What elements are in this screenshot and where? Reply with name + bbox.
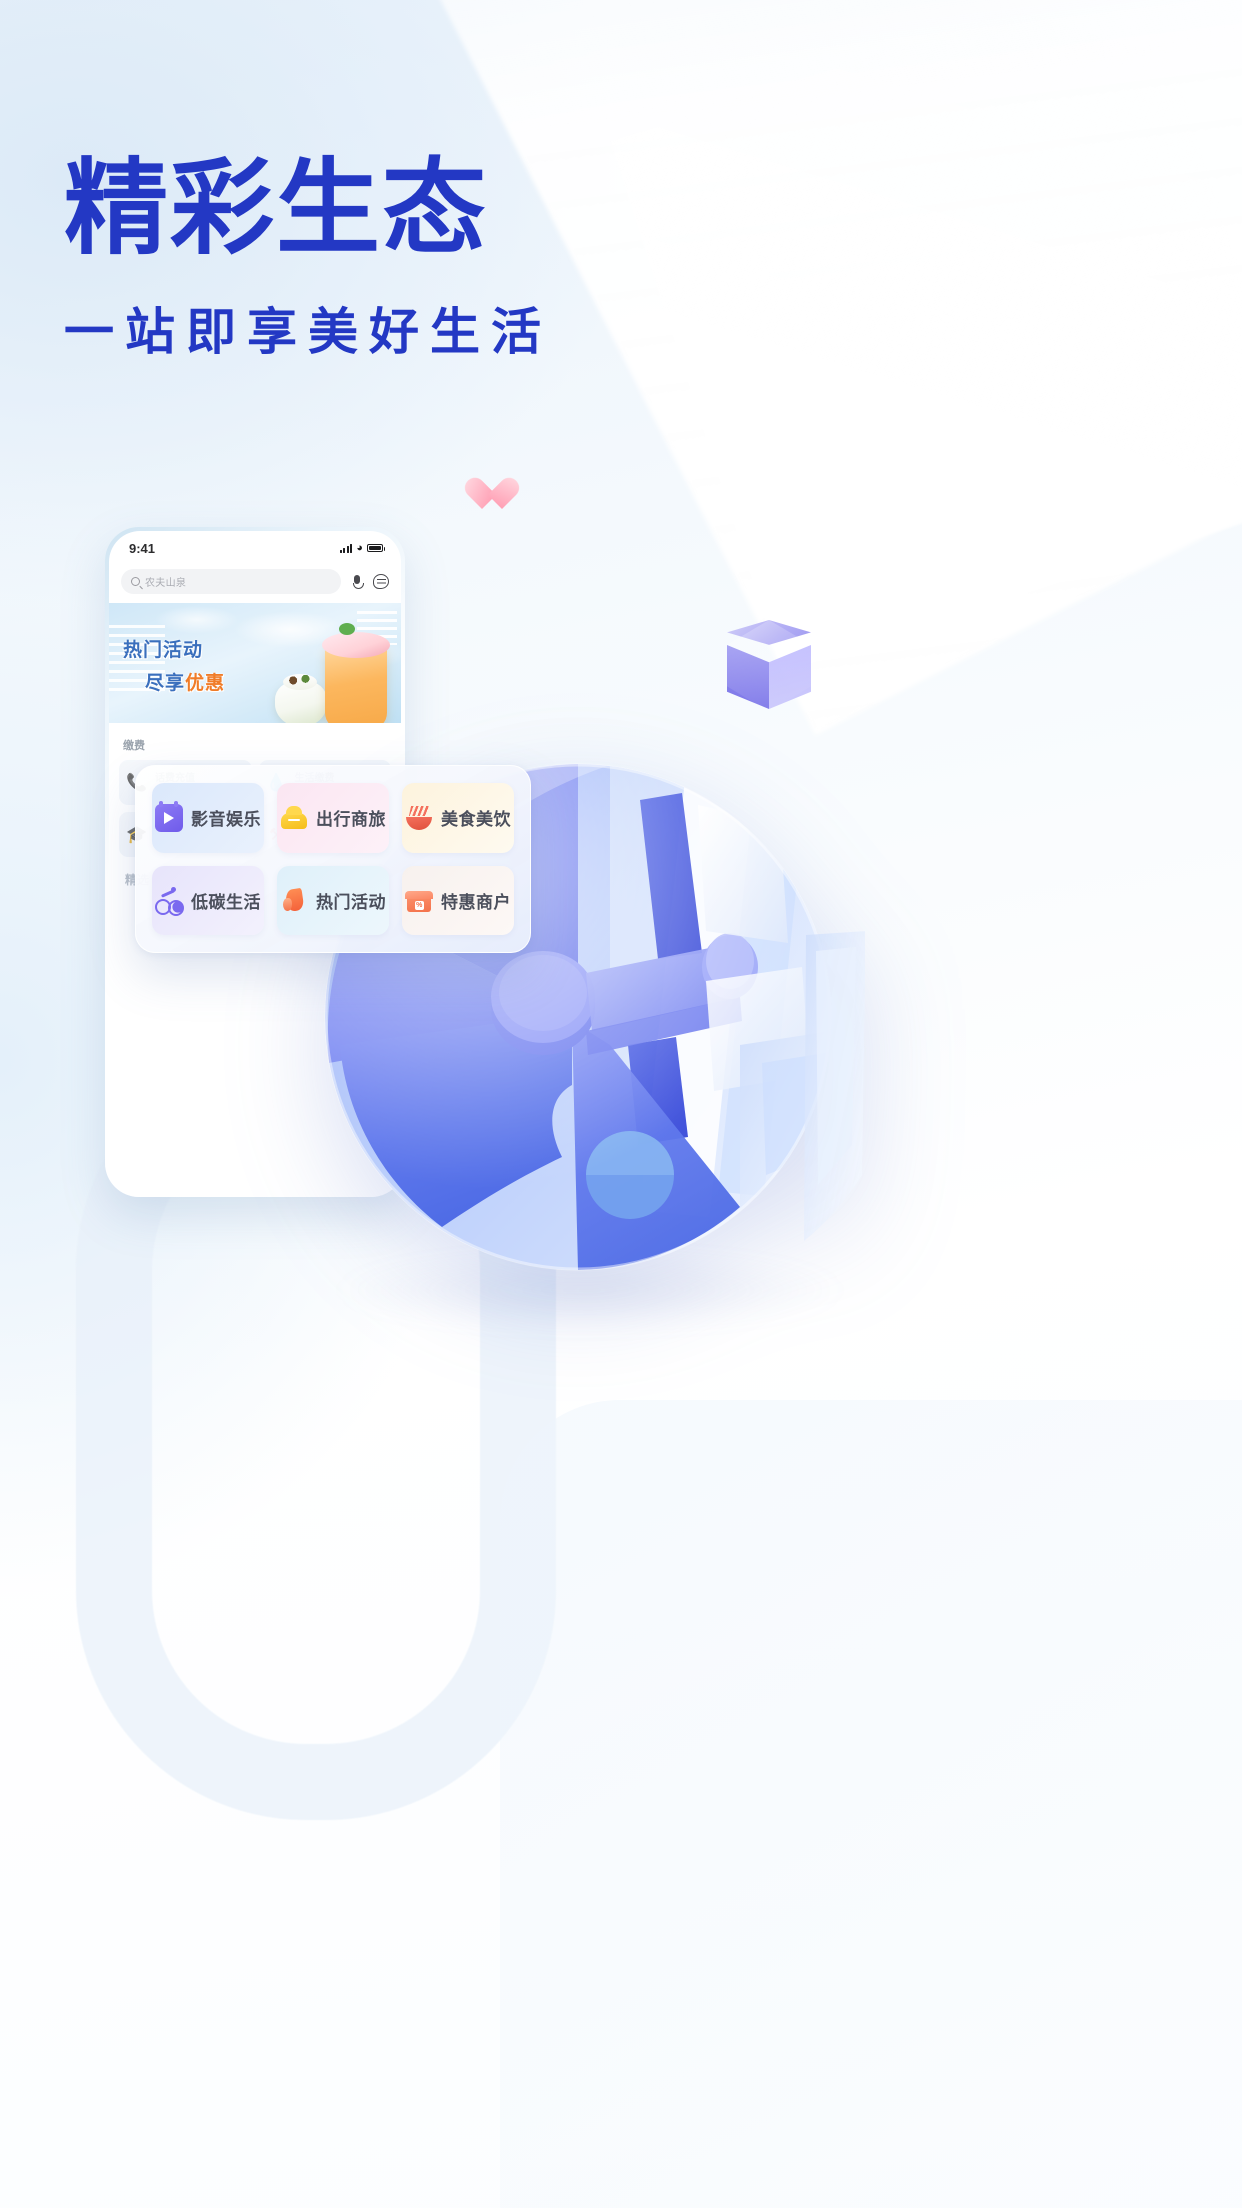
- signal-bars-icon: [339, 543, 353, 553]
- category-tile-video[interactable]: 影音娱乐: [152, 783, 264, 853]
- category-label: 低碳生活: [191, 892, 261, 912]
- category-label: 美食美饮: [441, 810, 511, 830]
- bicycle-icon: [155, 886, 184, 917]
- banner-text-group: 热门活动 尽享优惠: [123, 635, 225, 695]
- promo-banner[interactable]: 热门活动 尽享优惠: [109, 603, 401, 723]
- category-tile-lowcarbon[interactable]: 低碳生活: [152, 865, 264, 935]
- video-play-icon: [155, 800, 183, 832]
- status-bar: 9:41 ◕: [109, 531, 401, 565]
- shop-discount-icon: %: [405, 886, 433, 914]
- search-placeholder: 农夫山泉: [145, 578, 187, 589]
- message-icon[interactable]: [373, 574, 389, 589]
- search-row: 农夫山泉: [109, 565, 401, 603]
- banner-drink-image: [322, 623, 390, 723]
- category-label: 影音娱乐: [191, 810, 261, 830]
- page-subtitle: 一站即享美好生活: [64, 303, 552, 360]
- category-label: 出行商旅: [316, 810, 386, 830]
- category-tile-hot[interactable]: 热门活动: [277, 865, 389, 935]
- category-tile-food[interactable]: 美食美饮: [402, 783, 514, 853]
- background-ghost-panel: [500, 1400, 1242, 2208]
- category-card: 影音娱乐 出行商旅 美食美饮 低碳生活 热门活动 % 特惠商户: [135, 765, 531, 953]
- banner-line-2: 尽享优惠: [145, 668, 225, 695]
- page-title: 精彩生态: [64, 151, 489, 267]
- poster-canvas: 精彩生态 一站即享美好生活 9:41 ◕ 农夫山泉 热门活动 尽享优惠 缴费 影…: [0, 0, 1242, 2208]
- banner-line-2-prefix: 尽享: [145, 673, 186, 694]
- microphone-icon[interactable]: [349, 574, 365, 590]
- banner-line-1: 热门活动: [123, 640, 204, 661]
- category-label: 特惠商户: [441, 892, 511, 912]
- search-icon: [131, 577, 140, 586]
- category-label: 热门活动: [316, 892, 386, 912]
- banner-line-2-highlight: 优惠: [185, 673, 226, 694]
- flame-icon: [280, 886, 308, 914]
- category-tile-merchant[interactable]: % 特惠商户: [402, 865, 514, 935]
- isometric-cube-icon: [727, 620, 811, 712]
- category-tile-travel[interactable]: 出行商旅: [277, 783, 389, 853]
- battery-icon: [367, 544, 385, 552]
- wifi-icon: ◕: [356, 541, 363, 554]
- taxi-icon: [280, 804, 308, 832]
- heart-icon: [473, 479, 509, 513]
- status-icon-group: ◕: [339, 541, 385, 554]
- banner-dessert-image: [275, 674, 327, 723]
- status-time: 9:41: [129, 540, 156, 556]
- noodle-bowl-icon: [405, 804, 433, 832]
- hero-heading-group: 精彩生态 一站即享美好生活: [64, 150, 552, 364]
- search-input[interactable]: 农夫山泉: [121, 569, 341, 594]
